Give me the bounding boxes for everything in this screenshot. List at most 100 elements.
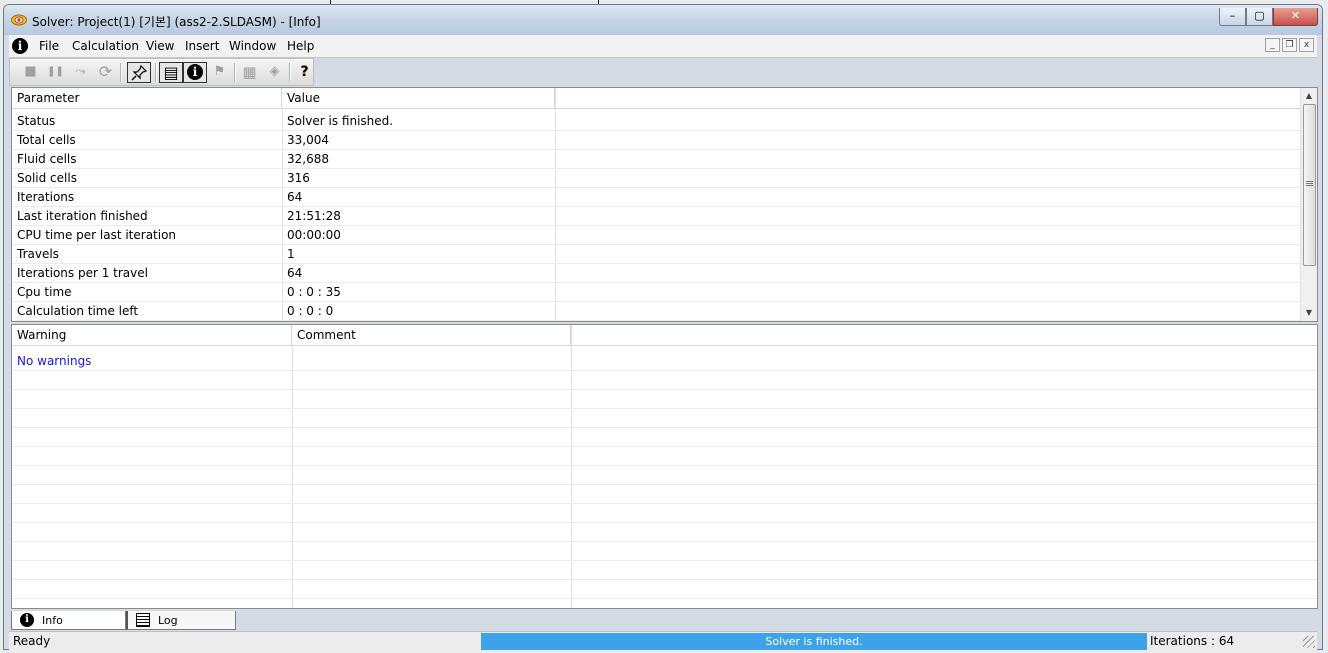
solver-window: Solver: Project(1) [기본] (ass2-2.SLDASM) … — [3, 4, 1323, 651]
tab-info[interactable]: i Info — [11, 611, 126, 630]
mdi-close-button[interactable]: x — [1299, 38, 1314, 52]
window-title: Solver: Project(1) [기본] (ass2-2.SLDASM) … — [32, 15, 321, 29]
parameter-cell: CPU time per last iteration — [17, 228, 177, 242]
tab-log-label: Log — [158, 614, 178, 627]
solver-app-icon — [11, 14, 27, 26]
mdi-restore-button[interactable]: ❐ — [1282, 38, 1297, 52]
parameter-cell: Calculation time left — [17, 304, 139, 318]
empty-row — [12, 466, 1317, 485]
title-bar[interactable]: Solver: Project(1) [기본] (ass2-2.SLDASM) … — [4, 5, 1322, 35]
value-cell: 64 — [287, 190, 303, 204]
info-table: Parameter Value Status Solver is finished… — [11, 87, 1318, 322]
table-row[interactable]: Last iteration finished 21:51:28 — [12, 207, 1301, 226]
parameter-cell: Iterations — [17, 190, 75, 204]
minimize-button[interactable]: – — [1219, 8, 1246, 26]
value-cell: 33,004 — [287, 133, 329, 147]
scroll-up-arrow-icon[interactable]: ▲ — [1301, 88, 1317, 104]
table-row[interactable]: Total cells 33,004 — [12, 131, 1301, 150]
menu-bar: i File Calculation View Insert Window He… — [9, 35, 1317, 58]
refresh-icon[interactable]: ⟳ — [95, 62, 116, 83]
parameter-cell: Solid cells — [17, 171, 77, 185]
menu-view[interactable]: View — [146, 39, 174, 53]
help-icon[interactable]: ? — [294, 62, 315, 83]
table-row[interactable]: Calculation time left 0 : 0 : 0 — [12, 302, 1301, 321]
progress-text: Solver is finished. — [765, 635, 863, 648]
empty-row — [12, 542, 1317, 561]
empty-row — [12, 561, 1317, 580]
table-row[interactable]: Status Solver is finished. — [12, 112, 1301, 131]
value-cell: 316 — [287, 171, 310, 185]
empty-row — [12, 485, 1317, 504]
menu-insert[interactable]: Insert — [185, 39, 219, 53]
table-row[interactable]: CPU time per last iteration 00:00:00 — [12, 226, 1301, 245]
toolbar-separator — [289, 63, 291, 82]
value-cell: 64 — [287, 266, 303, 280]
iterations-counter: Iterations : 64 — [1150, 634, 1235, 648]
table-row[interactable]: Travels 1 — [12, 245, 1301, 264]
parameter-cell: Status — [17, 114, 56, 128]
progress-bar: Solver is finished. — [481, 633, 1147, 650]
close-button[interactable]: ✕ — [1273, 8, 1318, 26]
value-cell: 21:51:28 — [287, 209, 341, 223]
table-row[interactable]: Iterations per 1 travel 64 — [12, 264, 1301, 283]
scrollbar-thumb[interactable] — [1303, 104, 1316, 266]
value-cell: 00:00:00 — [287, 228, 341, 242]
menu-window[interactable]: Window — [229, 39, 276, 53]
header-divider — [12, 345, 1317, 346]
info-scrollbar[interactable]: ▲ ▼ — [1300, 88, 1317, 321]
log-icon — [136, 613, 150, 627]
table-row[interactable]: No warnings — [12, 352, 1317, 371]
log-icon[interactable]: ▤ — [159, 62, 183, 83]
toolbar-separator — [155, 63, 157, 82]
toolbar: ■ ❚❚ ⤳ ⟳ ▤ i ⚑ ▦ ◈ ? — [9, 58, 314, 86]
toolbar-separator — [120, 63, 122, 82]
mdi-minimize-button[interactable]: _ — [1265, 38, 1280, 52]
value-cell: 0 : 0 : 0 — [287, 304, 334, 318]
empty-row — [12, 523, 1317, 542]
value-cell: Solver is finished. — [287, 114, 394, 128]
empty-row — [12, 409, 1317, 428]
parameter-cell: Travels — [17, 247, 59, 261]
menu-help[interactable]: Help — [287, 39, 314, 53]
flag-icon[interactable]: ⚑ — [209, 62, 230, 83]
menu-file[interactable]: File — [39, 39, 59, 53]
empty-row — [12, 428, 1317, 447]
warning-cell: No warnings — [17, 354, 92, 368]
toolbar-separator — [234, 63, 236, 82]
table-row[interactable]: Iterations 64 — [12, 188, 1301, 207]
empty-row — [12, 447, 1317, 466]
stop-icon[interactable]: ■ — [20, 62, 41, 83]
empty-row — [12, 580, 1317, 599]
resize-grip-icon[interactable] — [1303, 636, 1315, 648]
table-row[interactable]: Fluid cells 32,688 — [12, 150, 1301, 169]
status-bar: Ready Solver is finished. Iterations : 6… — [9, 631, 1317, 651]
tab-log[interactable]: Log — [126, 611, 236, 630]
parameter-cell: Last iteration finished — [17, 209, 148, 223]
tab-info-label: Info — [42, 614, 63, 627]
diamond-icon[interactable]: ◈ — [264, 62, 285, 83]
empty-row — [12, 504, 1317, 523]
info-icon[interactable]: i — [12, 38, 28, 54]
pin-icon[interactable] — [127, 62, 151, 83]
maximize-button[interactable]: ▢ — [1246, 8, 1273, 26]
empty-row — [12, 371, 1317, 390]
info-icon: i — [20, 613, 34, 627]
value-cell: 32,688 — [287, 152, 329, 166]
table-row[interactable]: Cpu time 0 : 0 : 35 — [12, 283, 1301, 302]
menu-calculation[interactable]: Calculation — [72, 39, 139, 53]
empty-row — [12, 390, 1317, 409]
info-icon[interactable]: i — [183, 62, 207, 83]
insert-goal-icon[interactable]: ⤳ — [70, 62, 91, 83]
column-header-value[interactable]: Value — [282, 88, 555, 108]
pause-icon[interactable]: ❚❚ — [45, 62, 66, 83]
column-header-comment[interactable]: Comment — [292, 325, 571, 345]
column-header-parameter[interactable]: Parameter — [12, 88, 282, 108]
scroll-down-arrow-icon[interactable]: ▼ — [1301, 305, 1317, 321]
warnings-table: Warning Comment No warnings — [11, 324, 1318, 609]
parameter-cell: Fluid cells — [17, 152, 77, 166]
column-header-warning[interactable]: Warning — [12, 325, 292, 345]
comment-cell — [292, 352, 297, 371]
grid-icon[interactable]: ▦ — [239, 62, 260, 83]
table-row[interactable]: Solid cells 316 — [12, 169, 1301, 188]
header-divider — [12, 108, 1317, 109]
